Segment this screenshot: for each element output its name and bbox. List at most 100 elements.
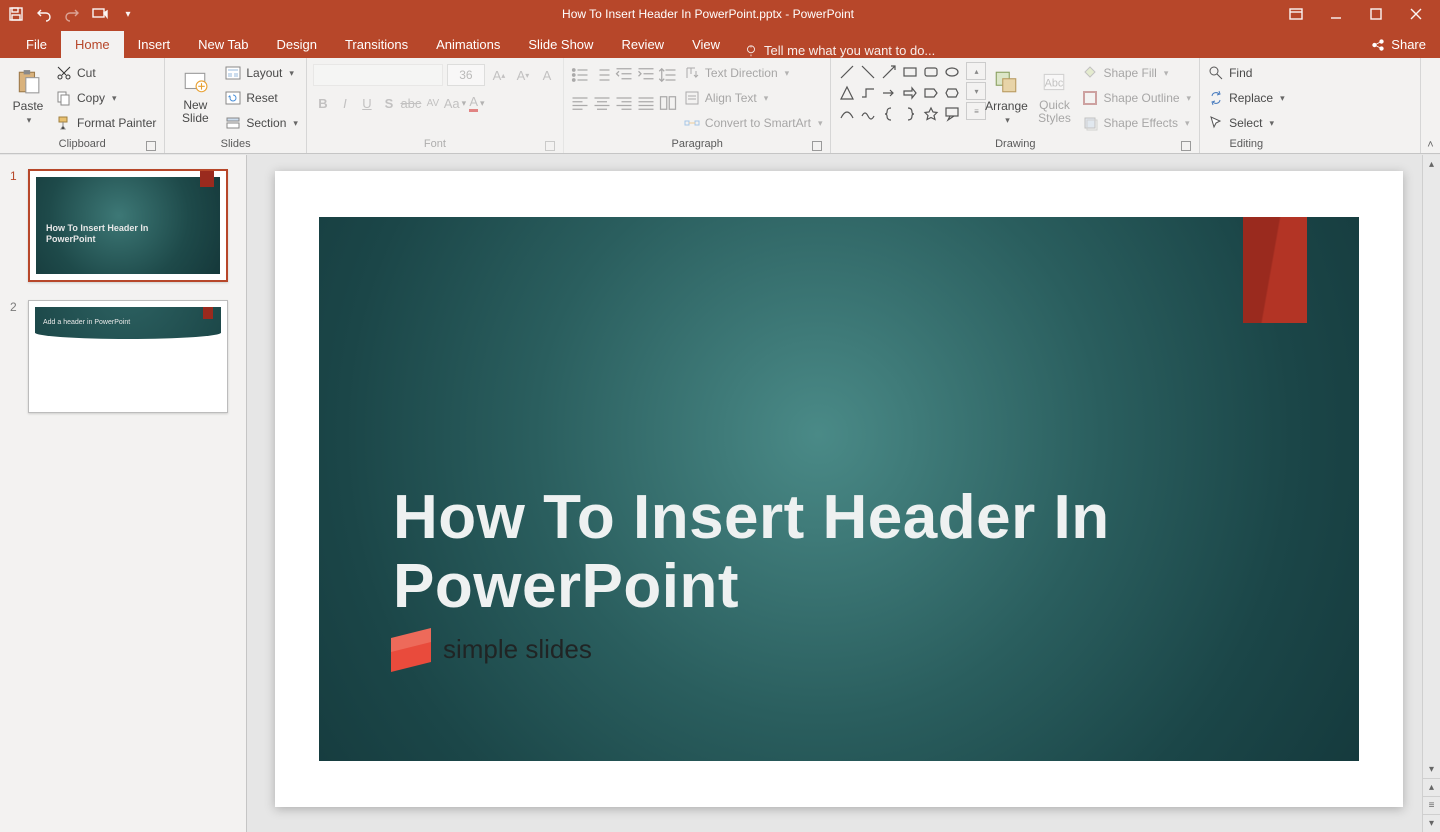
shape-effects-button[interactable]: Shape Effects▾ — [1080, 112, 1193, 134]
select-button[interactable]: Select▾ — [1206, 112, 1287, 134]
convert-smartart-button[interactable]: Convert to SmartArt▾ — [682, 112, 825, 134]
shape-block-arrow-icon[interactable] — [900, 83, 920, 103]
maximize-icon[interactable] — [1368, 6, 1384, 22]
character-spacing-icon[interactable]: AV — [423, 92, 443, 114]
shape-oval-icon[interactable] — [942, 62, 962, 82]
save-icon[interactable] — [8, 6, 24, 22]
find-button[interactable]: Find — [1206, 62, 1287, 84]
shape-line-icon[interactable] — [837, 62, 857, 82]
prev-slide-icon[interactable]: ▴ — [1423, 778, 1440, 796]
increase-indent-icon[interactable] — [636, 64, 656, 86]
decrease-indent-icon[interactable] — [614, 64, 634, 86]
align-right-icon[interactable] — [614, 92, 634, 114]
minimize-icon[interactable] — [1328, 6, 1344, 22]
share-button[interactable]: Share — [1357, 31, 1440, 58]
tab-home[interactable]: Home — [61, 31, 124, 58]
shape-hexagon-icon[interactable] — [942, 83, 962, 103]
line-spacing-icon[interactable] — [658, 64, 678, 86]
numbering-icon[interactable] — [592, 64, 612, 86]
slide-title-text[interactable]: How To Insert Header In PowerPoint — [393, 483, 1179, 622]
tab-animations[interactable]: Animations — [422, 31, 514, 58]
arrange-button[interactable]: Arrange▾ — [984, 60, 1028, 132]
columns-icon[interactable] — [658, 92, 678, 114]
shape-brace-right-icon[interactable] — [900, 104, 920, 124]
shape-star-icon[interactable] — [921, 104, 941, 124]
shape-fill-button[interactable]: Shape Fill▾ — [1080, 62, 1193, 84]
dialog-launcher-icon[interactable] — [545, 141, 555, 151]
reset-button[interactable]: Reset — [223, 87, 300, 109]
quick-styles-button[interactable]: Abc Quick Styles — [1032, 60, 1076, 132]
customize-qat-icon[interactable]: ▾ — [120, 6, 136, 22]
tab-design[interactable]: Design — [263, 31, 331, 58]
copy-button[interactable]: Copy▾ — [54, 87, 158, 109]
replace-button[interactable]: Replace▾ — [1206, 87, 1287, 109]
bullets-icon[interactable] — [570, 64, 590, 86]
align-center-icon[interactable] — [592, 92, 612, 114]
cut-button[interactable]: Cut — [54, 62, 158, 84]
shape-brace-left-icon[interactable] — [879, 104, 899, 124]
dialog-launcher-icon[interactable] — [812, 141, 822, 151]
underline-button[interactable]: U — [357, 92, 377, 114]
slide-page[interactable]: How To Insert Header In PowerPoint simpl… — [275, 171, 1403, 807]
undo-icon[interactable] — [36, 6, 52, 22]
collapse-ribbon-icon[interactable]: ˄ — [1427, 139, 1433, 151]
scroll-down-icon[interactable]: ▾ — [1423, 760, 1440, 778]
align-text-button[interactable]: Align Text▾ — [682, 87, 825, 109]
gallery-up-icon[interactable]: ▴ — [966, 62, 986, 80]
shadow-button[interactable]: S — [379, 92, 399, 114]
tell-me-search[interactable]: Tell me what you want to do... — [734, 43, 945, 58]
text-direction-button[interactable]: Text Direction▾ — [682, 62, 825, 84]
tab-insert[interactable]: Insert — [124, 31, 185, 58]
shape-curve-icon[interactable] — [837, 104, 857, 124]
next-slide-icon[interactable]: ▾ — [1423, 814, 1440, 832]
shape-connector-icon[interactable] — [858, 83, 878, 103]
redo-icon[interactable] — [64, 6, 80, 22]
tab-view[interactable]: View — [678, 31, 734, 58]
layout-button[interactable]: Layout▾ — [223, 62, 300, 84]
close-icon[interactable] — [1408, 6, 1424, 22]
ribbon-display-options-icon[interactable] — [1288, 6, 1304, 22]
shape-arrow-icon[interactable] — [879, 62, 899, 82]
shape-line2-icon[interactable] — [858, 62, 878, 82]
gallery-down-icon[interactable]: ▾ — [966, 82, 986, 100]
change-case-button[interactable]: Aa▾ — [445, 92, 465, 114]
vertical-scrollbar[interactable]: ▴ ▾ ▴ ≡ ▾ — [1422, 155, 1440, 832]
shape-arrow2-icon[interactable] — [879, 83, 899, 103]
tab-slide-show[interactable]: Slide Show — [514, 31, 607, 58]
increase-font-icon[interactable]: A▴ — [489, 64, 509, 86]
bold-button[interactable]: B — [313, 92, 333, 114]
slide-menu-icon[interactable]: ≡ — [1423, 796, 1440, 814]
scroll-up-icon[interactable]: ▴ — [1423, 155, 1440, 173]
dialog-launcher-icon[interactable] — [1181, 141, 1191, 151]
shapes-gallery[interactable] — [837, 60, 962, 124]
font-size-dropdown[interactable]: 36 — [447, 64, 485, 86]
section-button[interactable]: Section▾ — [223, 112, 300, 134]
start-from-beginning-icon[interactable] — [92, 6, 108, 22]
tab-new-tab[interactable]: New Tab — [184, 31, 262, 58]
strikethrough-button[interactable]: abc — [401, 92, 421, 114]
shape-outline-button[interactable]: Shape Outline▾ — [1080, 87, 1193, 109]
gallery-more-icon[interactable]: ≡ — [966, 102, 986, 120]
tab-transitions[interactable]: Transitions — [331, 31, 422, 58]
shape-pentagon-icon[interactable] — [921, 83, 941, 103]
new-slide-button[interactable]: New Slide — [171, 60, 219, 132]
shape-rect-icon[interactable] — [900, 62, 920, 82]
tab-file[interactable]: File — [12, 31, 61, 58]
shape-triangle-icon[interactable] — [837, 83, 857, 103]
format-painter-button[interactable]: Format Painter — [54, 112, 158, 134]
dialog-launcher-icon[interactable] — [146, 141, 156, 151]
shape-freeform-icon[interactable] — [858, 104, 878, 124]
clear-formatting-icon[interactable]: A — [537, 64, 557, 86]
italic-button[interactable]: I — [335, 92, 355, 114]
font-color-button[interactable]: A▾ — [467, 92, 487, 114]
decrease-font-icon[interactable]: A▾ — [513, 64, 533, 86]
tab-review[interactable]: Review — [607, 31, 678, 58]
font-family-dropdown[interactable] — [313, 64, 443, 86]
shape-roundrect-icon[interactable] — [921, 62, 941, 82]
paste-button[interactable]: Paste▾ — [6, 60, 50, 132]
thumbnail-slide-2[interactable]: 2 Add a header in PowerPoint — [10, 300, 236, 413]
shape-callout-icon[interactable] — [942, 104, 962, 124]
thumbnail-slide-1[interactable]: 1 How To Insert Header In PowerPoint — [10, 169, 236, 282]
justify-icon[interactable] — [636, 92, 656, 114]
align-left-icon[interactable] — [570, 92, 590, 114]
